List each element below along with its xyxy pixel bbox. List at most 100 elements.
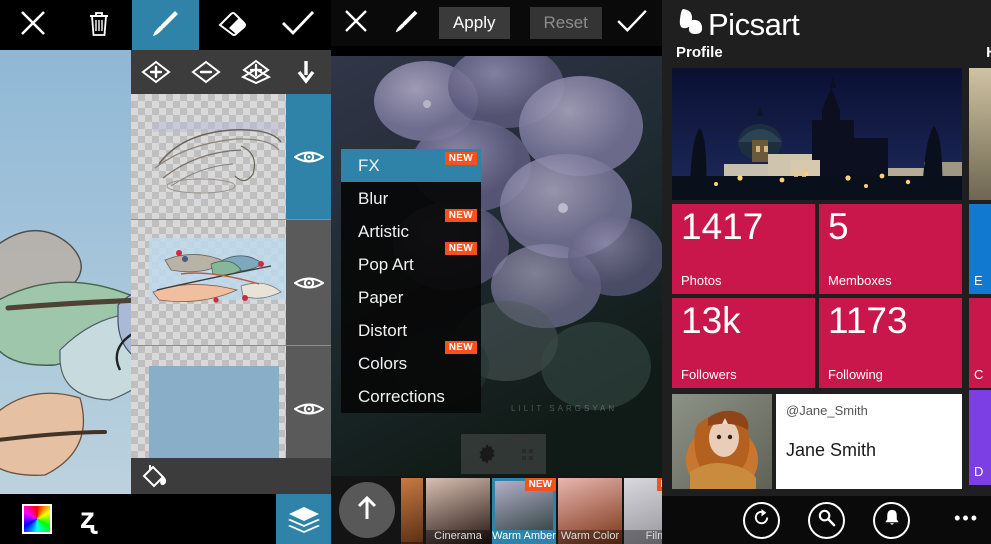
drag-handle-icon[interactable] — [522, 448, 534, 466]
tile-value: 13k — [681, 300, 741, 341]
edge-tile-explore[interactable]: E — [969, 204, 991, 294]
tile-value: 1173 — [828, 300, 908, 341]
tile-caption: Followers — [681, 367, 737, 382]
layer-duplicate-icon[interactable] — [239, 58, 273, 86]
app-logo: Picsart — [676, 6, 800, 44]
photo-watermark: LILIT SARGSYAN — [511, 404, 618, 413]
brush-stroke-icon[interactable]: ʐ — [80, 504, 95, 534]
name-card[interactable]: @Jane_Smith Jane Smith — [776, 394, 962, 489]
menu-item-colors[interactable]: Colors NEW — [341, 341, 481, 380]
ellipsis-icon[interactable]: ••• — [954, 508, 979, 529]
checkmark-icon — [616, 9, 648, 38]
filter-thumb-warm-amber[interactable]: NEW Warm Amber — [492, 478, 556, 544]
profile-content: 1417 Photos 5 Memboxes 13k Followers 117… — [672, 68, 962, 489]
close-button[interactable] — [0, 0, 66, 50]
pivot-profile[interactable]: Profile — [676, 44, 723, 61]
tile-value: 1417 — [681, 206, 764, 247]
profile-row[interactable]: @Jane_Smith Jane Smith — [672, 394, 962, 489]
bell-icon — [883, 508, 901, 532]
tile-photos[interactable]: 1417 Photos — [672, 204, 815, 294]
menu-item-pop-art[interactable]: Pop Art NEW — [341, 242, 481, 281]
three-panel-screenshot: ʐ LILIT SARGSYAN FX NEW Blur Artistic NE… — [0, 0, 991, 544]
effects-category-menu: FX NEW Blur Artistic NEW Pop Art NEW Pap… — [341, 149, 481, 413]
paintbrush-icon — [394, 8, 420, 39]
app-bar: ••• — [662, 496, 991, 544]
layer-row[interactable] — [131, 220, 331, 346]
panel-effects-editor: LILIT SARGSYAN FX NEW Blur Artistic NEW … — [331, 0, 662, 544]
fill-toolbar — [131, 458, 331, 498]
menu-item-label: FX — [358, 155, 380, 175]
menu-item-label: Blur — [358, 188, 389, 208]
layer-visibility-toggle[interactable] — [286, 94, 331, 219]
eraser-button[interactable] — [199, 0, 265, 50]
filter-label: Warm Color — [558, 530, 622, 544]
layer-remove-icon[interactable] — [189, 58, 223, 86]
apply-button[interactable]: Apply — [438, 7, 510, 39]
upload-button[interactable] — [339, 482, 395, 538]
tile-caption: Photos — [681, 273, 722, 288]
search-icon — [817, 508, 836, 532]
refresh-icon — [752, 508, 771, 532]
menu-item-fx[interactable]: FX NEW — [341, 149, 481, 182]
brush-button[interactable] — [132, 0, 199, 50]
picsart-brush-logo-icon — [676, 6, 706, 44]
paint-bucket-icon[interactable] — [141, 463, 169, 494]
filter-thumbnail-strip[interactable]: Cinerama NEW Warm Amber Warm Color NEW F… — [331, 476, 662, 544]
layers-panel — [131, 50, 331, 472]
confirm-button[interactable] — [265, 0, 331, 50]
effects-toolbar: Apply Reset — [331, 0, 662, 46]
menu-item-label: Paper — [358, 287, 404, 307]
edge-tile-photo[interactable] — [969, 68, 991, 200]
search-button[interactable] — [808, 501, 845, 539]
new-badge: NEW — [444, 341, 477, 354]
layer-thumbnail — [131, 346, 286, 471]
menu-item-corrections[interactable]: Corrections — [341, 380, 481, 413]
layer-visibility-toggle[interactable] — [286, 346, 331, 471]
layer-row[interactable] — [131, 94, 331, 220]
arrow-up-icon — [356, 495, 378, 526]
effect-settings-overlay[interactable] — [461, 434, 546, 474]
layer-visibility-toggle[interactable] — [286, 220, 331, 345]
tile-memboxes[interactable]: 5 Memboxes — [819, 204, 962, 294]
panel-layer-editor: ʐ — [0, 0, 331, 544]
new-badge: NEW — [444, 242, 477, 255]
tile-caption: Following — [828, 367, 883, 382]
settings-gear-icon[interactable] — [475, 442, 499, 471]
filter-thumb-cinerama[interactable]: Cinerama — [426, 478, 490, 544]
brush-button[interactable] — [382, 8, 433, 39]
edge-tile-label: E — [974, 273, 983, 288]
layers-stack-icon[interactable] — [276, 494, 331, 544]
filter-label: Film — [624, 530, 662, 544]
pivot-home[interactable]: H — [986, 44, 991, 61]
tile-value: 5 — [828, 206, 849, 247]
tile-followers[interactable]: 13k Followers — [672, 298, 815, 388]
confirm-button[interactable] — [602, 9, 662, 38]
menu-item-label: Distort — [358, 320, 408, 340]
layer-add-icon[interactable] — [139, 58, 173, 86]
filter-thumb-warm-color[interactable]: Warm Color — [558, 478, 622, 544]
edge-tile-contest[interactable]: C — [969, 298, 991, 388]
refresh-button[interactable] — [743, 501, 780, 539]
filter-thumb-film[interactable]: NEW Film — [624, 478, 662, 544]
filter-thumb[interactable] — [401, 478, 423, 544]
color-wheel-icon[interactable] — [22, 504, 52, 534]
layer-row[interactable] — [131, 346, 331, 472]
checkmark-icon — [281, 10, 315, 41]
filter-label: Warm Amber — [492, 530, 556, 544]
delete-button[interactable] — [66, 0, 132, 50]
next-pivot-preview[interactable]: E C D — [969, 68, 991, 485]
avatar[interactable] — [672, 394, 772, 489]
tile-following[interactable]: 1173 Following — [819, 298, 962, 388]
edge-tile-draw[interactable]: D — [969, 390, 991, 485]
user-handle: @Jane_Smith — [786, 403, 868, 418]
reset-button[interactable]: Reset — [529, 7, 602, 39]
user-display-name: Jane Smith — [786, 440, 877, 460]
notifications-button[interactable] — [873, 501, 910, 539]
app-title: Picsart — [708, 7, 800, 42]
filter-label: Cinerama — [426, 530, 490, 544]
menu-item-paper[interactable]: Paper — [341, 281, 481, 314]
close-button[interactable] — [331, 8, 382, 39]
arrow-down-icon[interactable] — [289, 58, 323, 86]
cover-photo[interactable] — [672, 68, 962, 200]
layer-thumbnail — [131, 94, 286, 219]
